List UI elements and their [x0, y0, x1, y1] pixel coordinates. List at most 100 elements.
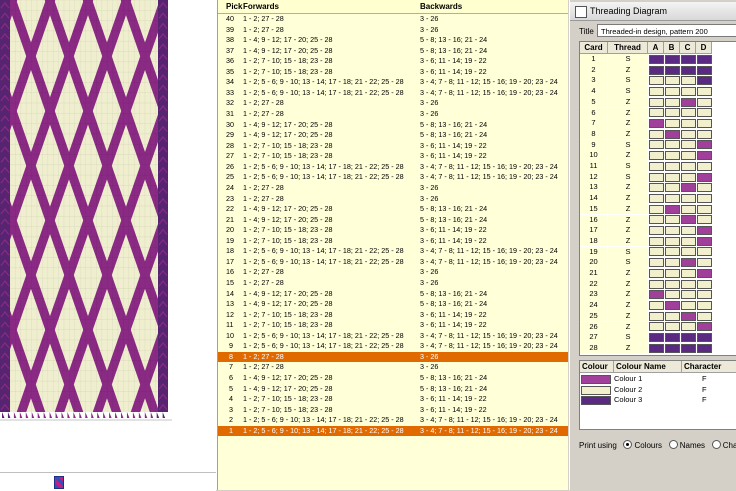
hole-d-cell[interactable]: [697, 97, 712, 107]
hole-b-cell[interactable]: [665, 172, 680, 182]
pick-row[interactable]: 37 1 - 4; 9 - 12; 17 - 20; 25 - 28 5 - 8; …: [218, 46, 568, 57]
hole-b-cell[interactable]: [665, 119, 680, 128]
hole-a-cell[interactable]: [649, 322, 664, 332]
card-thread-direction[interactable]: Z: [608, 268, 648, 279]
hole-a-cell[interactable]: [649, 97, 664, 107]
hole-a-cell[interactable]: [649, 172, 664, 182]
pick-row[interactable]: 3 1 - 2; 7 - 10; 15 - 18; 23 - 28 3 - 6; 1…: [218, 405, 568, 416]
column-header-hole-d[interactable]: D: [696, 42, 712, 54]
card-thread-direction[interactable]: Z: [608, 193, 648, 204]
pick-row[interactable]: 2 1 - 2; 5 - 6; 9 - 10; 13 - 14; 17 - 18;…: [218, 415, 568, 426]
hole-b-cell[interactable]: [665, 54, 680, 64]
hole-d-cell[interactable]: [697, 300, 712, 310]
hole-d-cell[interactable]: [697, 311, 712, 321]
hole-a-cell[interactable]: [649, 140, 664, 150]
hole-a-cell[interactable]: [649, 258, 664, 268]
card-thread-direction[interactable]: Z: [608, 203, 648, 215]
hole-b-cell[interactable]: [665, 322, 680, 332]
pick-row[interactable]: 16 1 - 2; 27 - 28 3 - 26: [218, 267, 568, 278]
hole-c-cell[interactable]: [681, 140, 696, 150]
hole-b-cell[interactable]: [665, 333, 680, 342]
hole-a-cell[interactable]: [649, 343, 664, 353]
hole-d-cell[interactable]: [697, 247, 712, 257]
hole-b-cell[interactable]: [665, 65, 680, 75]
card-thread-direction[interactable]: Z: [608, 289, 648, 300]
hole-a-cell[interactable]: [649, 204, 664, 214]
pick-row[interactable]: 7 1 - 2; 27 - 28 3 - 26: [218, 362, 568, 373]
card-thread-direction[interactable]: Z: [608, 118, 648, 129]
pick-row[interactable]: 31 1 - 2; 27 - 28 3 - 26: [218, 109, 568, 120]
pick-row[interactable]: 26 1 - 2; 5 - 6; 9 - 10; 13 - 14; 17 - 18…: [218, 162, 568, 173]
card-thread-direction[interactable]: S: [608, 257, 648, 268]
card-thread-direction[interactable]: S: [608, 332, 648, 343]
pick-row[interactable]: 21 1 - 4; 9 - 12; 17 - 20; 25 - 28 5 - 8; …: [218, 215, 568, 226]
hole-a-cell[interactable]: [649, 65, 664, 75]
radio-characters[interactable]: Characters: [711, 440, 736, 450]
hole-c-cell[interactable]: [681, 76, 696, 86]
hole-a-cell[interactable]: [649, 226, 664, 235]
column-header-forwards[interactable]: Forwards: [243, 2, 279, 11]
hole-d-cell[interactable]: [697, 290, 712, 300]
radio-names[interactable]: Names: [668, 440, 705, 450]
hole-c-cell[interactable]: [681, 86, 696, 96]
pick-row[interactable]: 33 1 - 2; 5 - 6; 9 - 10; 13 - 14; 17 - 18…: [218, 88, 568, 99]
card-thread-direction[interactable]: Z: [608, 214, 648, 225]
hole-d-cell[interactable]: [697, 322, 712, 332]
pick-row[interactable]: 23 1 - 2; 27 - 28 3 - 26: [218, 194, 568, 205]
hole-c-cell[interactable]: [681, 204, 696, 214]
hole-b-cell[interactable]: [665, 97, 680, 107]
pick-row[interactable]: 14 1 - 4; 9 - 12; 17 - 20; 25 - 28 5 - 8; …: [218, 289, 568, 300]
hole-d-cell[interactable]: [697, 204, 712, 214]
hole-c-cell[interactable]: [681, 183, 696, 193]
hole-b-cell[interactable]: [665, 236, 680, 246]
hole-a-cell[interactable]: [649, 300, 664, 310]
card-thread-direction[interactable]: Z: [608, 235, 648, 247]
card-threading-grid[interactable]: Card Thread A B C D 1 S 2 Z 3 S 4 S 5 Z 6 Z 7 Z 8 Z 9 S 10…: [579, 41, 736, 356]
hole-b-cell[interactable]: [665, 290, 680, 300]
pick-row[interactable]: 6 1 - 4; 9 - 12; 17 - 20; 25 - 28 5 - 8; 1…: [218, 373, 568, 384]
colour-row[interactable]: Colour 2 F: [580, 385, 736, 396]
column-header-card[interactable]: Card: [580, 42, 608, 54]
column-header-pick[interactable]: Pick: [226, 2, 242, 11]
card-thread-direction[interactable]: Z: [608, 342, 648, 354]
hole-b-cell[interactable]: [665, 258, 680, 268]
pick-row[interactable]: 27 1 - 2; 7 - 10; 15 - 18; 23 - 28 3 - 6; …: [218, 151, 568, 162]
pick-row[interactable]: 5 1 - 4; 9 - 12; 17 - 20; 25 - 28 5 - 8; 1…: [218, 384, 568, 395]
card-thread-direction[interactable]: Z: [608, 64, 648, 76]
pick-row[interactable]: 28 1 - 2; 7 - 10; 15 - 18; 23 - 28 3 - 6; …: [218, 141, 568, 152]
card-thread-direction[interactable]: S: [608, 161, 648, 172]
card-thread-direction[interactable]: Z: [608, 310, 648, 322]
column-header-colour-name[interactable]: Colour Name: [614, 361, 682, 373]
pick-row[interactable]: 12 1 - 2; 7 - 10; 15 - 18; 23 - 28 3 - 6; …: [218, 310, 568, 321]
hole-a-cell[interactable]: [649, 86, 664, 96]
hole-b-cell[interactable]: [665, 76, 680, 86]
hole-a-cell[interactable]: [649, 268, 664, 278]
hole-b-cell[interactable]: [665, 161, 680, 171]
pick-row[interactable]: 30 1 - 4; 9 - 12; 17 - 20; 25 - 28 5 - 8; …: [218, 120, 568, 131]
hole-b-cell[interactable]: [665, 268, 680, 278]
pick-row[interactable]: 24 1 - 2; 27 - 28 3 - 26: [218, 183, 568, 194]
card-thread-direction[interactable]: S: [608, 139, 648, 151]
pick-row[interactable]: 15 1 - 2; 27 - 28 3 - 26: [218, 278, 568, 289]
pick-row[interactable]: 36 1 - 2; 7 - 10; 15 - 18; 23 - 28 3 - 6; …: [218, 56, 568, 67]
hole-c-cell[interactable]: [681, 215, 696, 225]
hole-c-cell[interactable]: [681, 268, 696, 278]
hole-c-cell[interactable]: [681, 108, 696, 118]
hole-b-cell[interactable]: [665, 140, 680, 150]
hole-a-cell[interactable]: [649, 54, 664, 64]
column-header-hole-a[interactable]: A: [648, 42, 664, 54]
pick-row[interactable]: 10 1 - 2; 5 - 6; 9 - 10; 13 - 14; 17 - 18…: [218, 331, 568, 342]
hole-b-cell[interactable]: [665, 343, 680, 353]
hole-a-cell[interactable]: [649, 311, 664, 321]
column-header-colour[interactable]: Colour: [580, 361, 614, 373]
hole-d-cell[interactable]: [697, 108, 712, 118]
hole-a-cell[interactable]: [649, 76, 664, 86]
hole-a-cell[interactable]: [649, 183, 664, 193]
pick-row[interactable]: 20 1 - 2; 7 - 10; 15 - 18; 23 - 28 3 - 6; …: [218, 225, 568, 236]
hole-a-cell[interactable]: [649, 193, 664, 203]
hole-d-cell[interactable]: [697, 86, 712, 96]
hole-b-cell[interactable]: [665, 108, 680, 118]
card-thread-direction[interactable]: S: [608, 75, 648, 86]
pick-row[interactable]: 25 1 - 2; 5 - 6; 9 - 10; 13 - 14; 17 - 18…: [218, 172, 568, 183]
card-thread-direction[interactable]: Z: [608, 300, 648, 311]
